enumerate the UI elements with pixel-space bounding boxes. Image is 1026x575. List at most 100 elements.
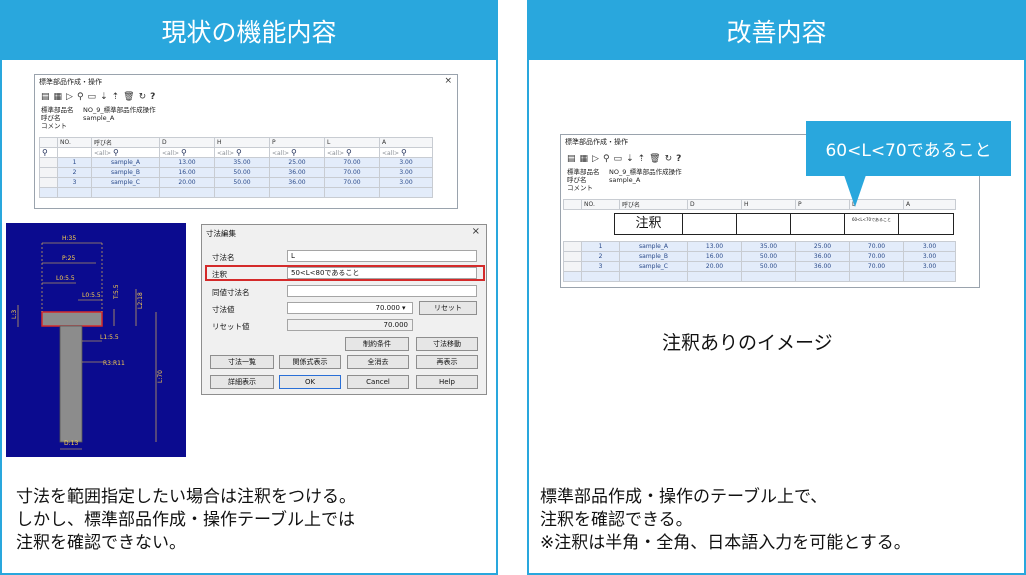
cell[interactable]: 50.00 [741,251,796,262]
cell[interactable]: 70.00 [849,261,904,272]
filter-cell[interactable]: <all> ⚲ [214,147,270,158]
cancel-button[interactable]: Cancel [347,375,409,389]
row-header[interactable] [563,241,582,252]
cell[interactable]: 3.00 [379,177,433,188]
cell[interactable]: 70.00 [324,157,380,168]
cell[interactable]: sample_C [619,261,688,272]
search-icon[interactable]: ⚲ [39,147,58,158]
cell[interactable]: 1 [581,241,620,252]
column-header[interactable]: NO. [57,137,92,148]
filter-cell[interactable] [57,147,92,158]
column-header[interactable]: 呼び名 [91,137,160,148]
filter-cell[interactable]: <all> ⚲ [91,147,160,158]
column-header[interactable]: NO. [581,199,620,210]
filter-cell[interactable]: <all> ⚲ [269,147,325,158]
clear-all-button[interactable]: 全消去 [347,355,409,369]
play-icon[interactable]: ▷ [66,92,73,102]
column-header[interactable]: A [903,199,956,210]
chevron-down-icon[interactable]: ▾ [402,304,406,312]
dimension-list-button[interactable]: 寸法一覧 [210,355,274,369]
cell[interactable]: 36.00 [795,261,850,272]
annotation-cell[interactable] [899,214,953,234]
cell[interactable]: 3 [581,261,620,272]
table-row[interactable]: 1 sample_A 13.00 35.00 25.00 70.00 3.00 [563,241,956,252]
ok-button[interactable]: OK [279,375,341,389]
table-row[interactable]: 3 sample_C 20.00 50.00 36.00 70.00 3.00 [563,261,956,272]
cell[interactable]: sample_B [91,167,160,178]
cell[interactable]: 25.00 [795,241,850,252]
reset-button[interactable]: リセット [419,301,477,315]
import-icon[interactable]: ⇣ [100,92,108,102]
table-icon[interactable]: ▤ [41,92,50,102]
cell[interactable]: 3.00 [379,157,433,168]
row-header[interactable] [39,177,58,188]
cell[interactable]: 2 [57,167,92,178]
help-button[interactable]: Help [416,375,478,389]
filter-cell[interactable]: <all> ⚲ [379,147,433,158]
cell[interactable]: 3 [57,177,92,188]
column-header[interactable]: D [159,137,215,148]
export-icon[interactable]: ⇡ [638,154,646,164]
export-icon[interactable]: ⇡ [112,92,120,102]
column-header[interactable]: L [324,137,380,148]
cell[interactable]: 36.00 [269,167,325,178]
cell[interactable]: 70.00 [849,241,904,252]
close-icon[interactable]: × [472,226,480,237]
cell[interactable]: sample_B [619,251,688,262]
cell[interactable]: 70.00 [324,167,380,178]
cell[interactable]: 1 [57,157,92,168]
cell[interactable]: 3.00 [903,251,956,262]
cell[interactable]: 36.00 [795,251,850,262]
cell[interactable]: 2 [581,251,620,262]
cell[interactable]: 35.00 [741,241,796,252]
cell[interactable]: 16.00 [159,167,215,178]
row-header[interactable] [39,167,58,178]
cell[interactable]: 3.00 [379,167,433,178]
cell[interactable]: sample_A [619,241,688,252]
table-row[interactable]: 1 sample_A 13.00 35.00 25.00 70.00 3.00 [39,157,433,168]
row-header[interactable] [563,251,582,262]
close-icon[interactable]: × [444,76,452,86]
cell[interactable]: 16.00 [687,251,742,262]
help-icon[interactable]: ? [150,92,155,102]
filter-cell[interactable]: <all> ⚲ [324,147,380,158]
detail-button[interactable]: 詳細表示 [210,375,274,389]
cell[interactable]: 50.00 [214,167,270,178]
column-header[interactable]: H [214,137,270,148]
table-row[interactable]: 3 sample_C 20.00 50.00 36.00 70.00 3.00 [39,177,433,188]
help-icon[interactable]: ? [676,154,681,164]
annotation-cell-l[interactable]: 60<L<70であること [845,214,899,234]
filter-cell[interactable]: <all> ⚲ [159,147,215,158]
column-header[interactable]: P [269,137,325,148]
trash-icon[interactable]: 🗑 [649,154,660,164]
table-edit-icon[interactable]: ▦ [54,92,63,102]
dimension-name-field[interactable]: L [287,250,477,262]
same-value-field[interactable] [287,285,477,297]
column-header[interactable]: 呼び名 [619,199,688,210]
annotation-cell[interactable] [791,214,845,234]
row-header[interactable] [563,261,582,272]
search-icon[interactable]: ⚲ [603,154,610,164]
cell[interactable]: 35.00 [214,157,270,168]
relation-button[interactable]: 関係式表示 [279,355,341,369]
column-header[interactable]: A [379,137,433,148]
column-header[interactable]: H [741,199,796,210]
table-row[interactable]: 2 sample_B 16.00 50.00 36.00 70.00 3.00 [39,167,433,178]
constraint-button[interactable]: 制約条件 [345,337,409,351]
import-icon[interactable]: ⇣ [626,154,634,164]
cell[interactable]: 3.00 [903,261,956,272]
cell[interactable]: sample_C [91,177,160,188]
cell[interactable]: 13.00 [687,241,742,252]
annotation-cell[interactable] [737,214,791,234]
cell[interactable]: 13.00 [159,157,215,168]
cell[interactable]: 50.00 [214,177,270,188]
search-icon[interactable]: ⚲ [77,92,84,102]
annotation-cell[interactable] [683,214,737,234]
cell[interactable]: 3.00 [903,241,956,252]
cell[interactable]: 70.00 [849,251,904,262]
cell[interactable]: 50.00 [741,261,796,272]
cell[interactable]: 25.00 [269,157,325,168]
refresh-icon[interactable]: ↻ [139,92,147,102]
document-icon[interactable]: ▭ [88,92,97,102]
column-header[interactable]: D [687,199,742,210]
